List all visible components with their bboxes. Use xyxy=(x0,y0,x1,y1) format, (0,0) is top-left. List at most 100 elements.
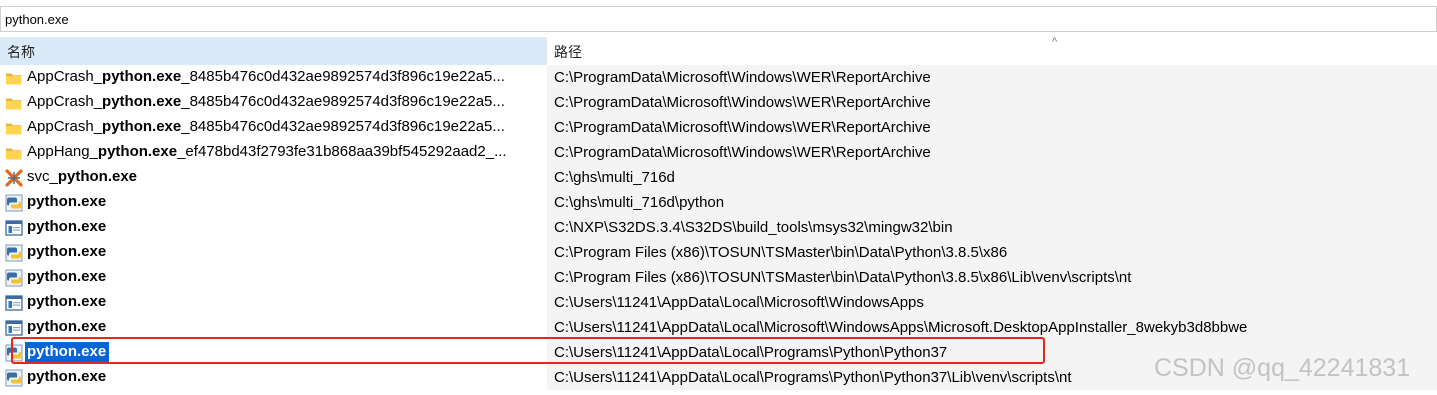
folder-icon xyxy=(5,94,23,112)
results-list: AppCrash_python.exe_8485b476c0d432ae9892… xyxy=(0,65,1437,390)
file-name-suffix: _ef478bd43f2793fe31b868aa39bf545292aad2_… xyxy=(177,143,507,160)
file-name-match: python.exe xyxy=(27,193,107,210)
path-cell[interactable]: C:\ProgramData\Microsoft\Windows\WER\Rep… xyxy=(547,115,1437,140)
file-name-match: python.exe xyxy=(97,143,178,160)
table-row[interactable]: python.exe C:\Users\11241\AppData\Local\M… xyxy=(0,290,1437,315)
file-name-match: python.exe xyxy=(57,168,138,185)
table-row[interactable]: python.exe C:\NXP\S32DS.3.4\S32DS\build_t… xyxy=(0,215,1437,240)
file-name-match: python.exe xyxy=(27,318,107,335)
python-icon xyxy=(5,244,23,262)
file-name-prefix: AppHang_ xyxy=(27,143,98,160)
name-cell[interactable]: python.exe xyxy=(0,340,546,365)
file-name: python.exe xyxy=(27,268,106,285)
path-cell[interactable]: C:\ProgramData\Microsoft\Windows\WER\Rep… xyxy=(547,140,1437,165)
file-name: python.exe xyxy=(27,218,106,235)
name-cell[interactable]: python.exe xyxy=(0,265,546,290)
file-name-suffix: _8485b476c0d432ae9892574d3f896c19e22a5..… xyxy=(181,93,505,110)
file-path: C:\ProgramData\Microsoft\Windows\WER\Rep… xyxy=(554,144,931,161)
file-path: C:\Program Files (x86)\TOSUN\TSMaster\bi… xyxy=(554,244,1008,261)
file-name-prefix: AppCrash_ xyxy=(27,118,103,135)
file-path: C:\ProgramData\Microsoft\Windows\WER\Rep… xyxy=(554,94,931,111)
application-window-icon xyxy=(5,319,23,337)
file-name: python.exe xyxy=(27,293,106,310)
file-name: python.exe xyxy=(27,193,106,210)
column-header-name-label: 名称 xyxy=(7,44,35,60)
file-path: C:\ghs\multi_716d xyxy=(554,169,675,186)
file-name-match: python.exe xyxy=(102,93,182,110)
path-cell[interactable]: C:\ghs\multi_716d xyxy=(547,165,1437,190)
path-cell[interactable]: C:\Users\11241\AppData\Local\Microsoft\W… xyxy=(547,315,1437,340)
name-cell[interactable]: AppCrash_python.exe_8485b476c0d432ae9892… xyxy=(0,90,546,115)
file-path: C:\Users\11241\AppData\Local\Programs\Py… xyxy=(554,369,1072,386)
folder-icon xyxy=(5,144,23,162)
table-row[interactable]: AppHang_python.exe_ef478bd43f2793fe31b86… xyxy=(0,140,1437,165)
watermark: CSDN @qq_42241831 xyxy=(1154,354,1411,382)
file-name-match: python.exe xyxy=(27,243,107,260)
file-name-suffix: _8485b476c0d432ae9892574d3f896c19e22a5..… xyxy=(181,118,505,135)
application-window-icon xyxy=(5,219,23,237)
python-icon xyxy=(5,344,23,362)
file-name: AppCrash_python.exe_8485b476c0d432ae9892… xyxy=(27,118,505,135)
file-name: AppCrash_python.exe_8485b476c0d432ae9892… xyxy=(27,93,505,110)
file-path: C:\NXP\S32DS.3.4\S32DS\build_tools\msys3… xyxy=(554,219,953,236)
file-name: svc_python.exe xyxy=(27,168,137,185)
name-cell[interactable]: AppHang_python.exe_ef478bd43f2793fe31b86… xyxy=(0,140,546,165)
table-row[interactable]: python.exe C:\Program Files (x86)\TOSUN\T… xyxy=(0,240,1437,265)
file-name: python.exe xyxy=(27,368,106,385)
file-name-prefix: AppCrash_ xyxy=(27,93,103,110)
file-name-match: python.exe xyxy=(102,68,182,85)
file-path: C:\ProgramData\Microsoft\Windows\WER\Rep… xyxy=(554,119,931,136)
file-name-match: python.exe xyxy=(27,293,107,310)
table-row[interactable]: python.exe C:\ghs\multi_716d\python xyxy=(0,190,1437,215)
file-name-match: python.exe xyxy=(27,268,107,285)
file-name: python.exe xyxy=(27,243,106,260)
column-header-path[interactable]: 路径 xyxy=(547,37,1437,65)
path-cell[interactable]: C:\Program Files (x86)\TOSUN\TSMaster\bi… xyxy=(547,265,1437,290)
sort-indicator-icon: ^ xyxy=(1052,36,1058,48)
path-cell[interactable]: C:\ghs\multi_716d\python xyxy=(547,190,1437,215)
table-row[interactable]: python.exe C:\Users\11241\AppData\Local\M… xyxy=(0,315,1437,340)
name-cell[interactable]: python.exe xyxy=(0,240,546,265)
table-row[interactable]: svc_python.exe C:\ghs\multi_716d xyxy=(0,165,1437,190)
file-name: python.exe xyxy=(27,343,107,360)
name-cell[interactable]: python.exe xyxy=(0,190,546,215)
python-icon xyxy=(5,194,23,212)
table-row[interactable]: AppCrash_python.exe_8485b476c0d432ae9892… xyxy=(0,65,1437,90)
name-cell[interactable]: AppCrash_python.exe_8485b476c0d432ae9892… xyxy=(0,115,546,140)
file-name: AppCrash_python.exe_8485b476c0d432ae9892… xyxy=(27,68,505,85)
file-name-match: python.exe xyxy=(27,218,107,235)
folder-icon xyxy=(5,69,23,87)
path-cell[interactable]: C:\ProgramData\Microsoft\Windows\WER\Rep… xyxy=(547,65,1437,90)
table-row[interactable]: python.exe C:\Program Files (x86)\TOSUN\T… xyxy=(0,265,1437,290)
file-name-prefix: svc_ xyxy=(27,168,58,185)
file-path: C:\ProgramData\Microsoft\Windows\WER\Rep… xyxy=(554,69,931,86)
search-input[interactable] xyxy=(5,10,1425,28)
column-header-path-label: 路径 xyxy=(554,44,582,60)
file-path: C:\Users\11241\AppData\Local\Microsoft\W… xyxy=(554,319,1248,336)
python-icon xyxy=(5,269,23,287)
path-cell[interactable]: C:\NXP\S32DS.3.4\S32DS\build_tools\msys3… xyxy=(547,215,1437,240)
table-row[interactable]: AppCrash_python.exe_8485b476c0d432ae9892… xyxy=(0,90,1437,115)
python-icon xyxy=(5,369,23,387)
path-cell[interactable]: C:\Users\11241\AppData\Local\Microsoft\W… xyxy=(547,290,1437,315)
file-path: C:\Program Files (x86)\TOSUN\TSMaster\bi… xyxy=(554,269,1132,286)
name-cell[interactable]: svc_python.exe xyxy=(0,165,546,190)
file-name: python.exe xyxy=(27,318,106,335)
path-cell[interactable]: C:\Program Files (x86)\TOSUN\TSMaster\bi… xyxy=(547,240,1437,265)
column-header: 名称 路径 ^ xyxy=(0,36,1437,65)
name-cell[interactable]: python.exe xyxy=(0,365,546,390)
name-cell[interactable]: python.exe xyxy=(0,290,546,315)
file-name: AppHang_python.exe_ef478bd43f2793fe31b86… xyxy=(27,143,507,160)
application-window-icon xyxy=(5,294,23,312)
name-cell[interactable]: python.exe xyxy=(0,315,546,340)
file-path: C:\Users\11241\AppData\Local\Microsoft\W… xyxy=(554,294,924,311)
name-cell[interactable]: AppCrash_python.exe_8485b476c0d432ae9892… xyxy=(0,65,546,90)
path-cell[interactable]: C:\ProgramData\Microsoft\Windows\WER\Rep… xyxy=(547,90,1437,115)
table-row[interactable]: AppCrash_python.exe_8485b476c0d432ae9892… xyxy=(0,115,1437,140)
file-path: C:\ghs\multi_716d\python xyxy=(554,194,725,211)
search-bar xyxy=(0,6,1437,32)
file-path: C:\Users\11241\AppData\Local\Programs\Py… xyxy=(554,344,948,361)
column-header-name[interactable]: 名称 xyxy=(0,37,546,65)
service-executable-icon xyxy=(5,169,23,187)
name-cell[interactable]: python.exe xyxy=(0,215,546,240)
